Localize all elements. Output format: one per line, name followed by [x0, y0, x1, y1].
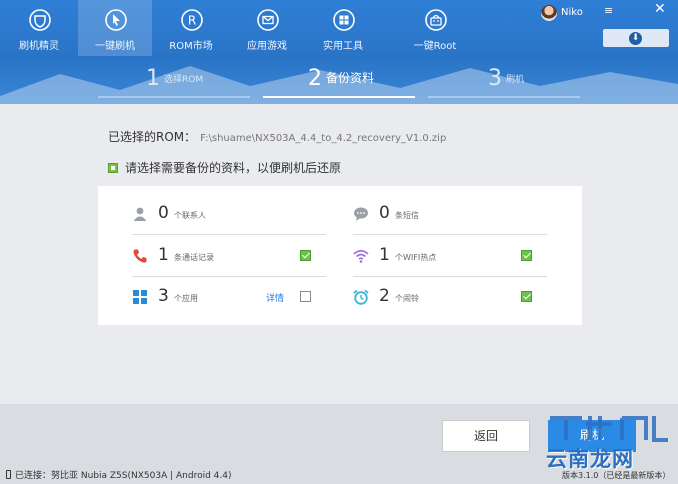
- connection-text: 已连接：努比亚 Nubia Z5S(NX503A | Android 4.4): [15, 471, 232, 481]
- nav-item-one-click-root[interactable]: 一键Root: [398, 0, 472, 56]
- item-count: 3: [158, 286, 169, 306]
- apps-detail-link[interactable]: 详情: [266, 291, 284, 304]
- grid-icon: [333, 9, 355, 31]
- hint-marker-icon: [108, 163, 118, 173]
- sms-icon: [354, 207, 368, 221]
- item-count: 0: [158, 203, 169, 223]
- item-desc: 条短信: [395, 211, 419, 220]
- nav-item-rom-market[interactable]: R ROM市场: [154, 0, 228, 56]
- mail-icon: [257, 9, 279, 31]
- wifi-checkbox[interactable]: [521, 250, 532, 261]
- step-label: 选择ROM: [164, 75, 204, 85]
- backup-item-alarms: 2 个闹铃: [353, 277, 563, 317]
- download-icon: ⬇: [629, 32, 642, 45]
- contact-icon: [133, 207, 147, 221]
- user-name: Niko: [561, 7, 583, 18]
- rom-icon: R: [181, 9, 203, 31]
- backup-item-apps: 3 个应用 详情: [132, 277, 342, 317]
- step-label: 刷机: [506, 75, 525, 85]
- backup-panel: 0 个联系人 0 条短信 1 条通话记录 1 个WIFI热点 3 个应用 详情 …: [98, 186, 582, 325]
- nav-label: 一键刷机: [95, 41, 135, 52]
- apps-checkbox[interactable]: [300, 291, 311, 302]
- nav-label: 实用工具: [323, 41, 363, 52]
- rom-path: F:\shuame\NX503A_4.4_to_4.2_recovery_V1.…: [200, 133, 447, 144]
- alarms-checkbox[interactable]: [521, 291, 532, 302]
- item-count: 0: [379, 203, 390, 223]
- step-number: 2: [308, 66, 322, 91]
- nav-item-flash-wizard[interactable]: 刷机精灵: [2, 0, 76, 56]
- watermark-text: 云南龙网: [546, 447, 634, 471]
- step-indicator: 1 选择ROM 2 备份资料 3 刷机: [0, 60, 678, 104]
- backup-item-wifi: 1 个WIFI热点: [353, 236, 563, 276]
- step-progress-line: [428, 96, 580, 98]
- step-number: 1: [146, 66, 160, 91]
- divider: [132, 234, 326, 235]
- item-desc: 条通话记录: [174, 253, 214, 262]
- cursor-icon: [105, 9, 127, 31]
- step-label: 备份资料: [326, 71, 375, 85]
- item-count: 2: [379, 286, 390, 306]
- phone-icon: [6, 470, 11, 479]
- close-icon[interactable]: ✕: [654, 2, 666, 16]
- item-desc: 个WIFI热点: [395, 253, 437, 262]
- backup-item-call-log: 1 条通话记录: [132, 236, 342, 276]
- backup-item-sms: 0 条短信: [353, 194, 563, 234]
- nav-label: 一键Root: [413, 41, 457, 52]
- shield-icon: [29, 9, 51, 31]
- apps-icon: [133, 290, 147, 304]
- alarm-icon: [353, 289, 369, 305]
- robot-icon: [425, 9, 447, 31]
- item-desc: 个应用: [174, 294, 198, 303]
- call-log-checkbox[interactable]: [300, 250, 311, 261]
- backup-hint: 请选择需要备份的资料，以便刷机后还原: [108, 159, 341, 176]
- step-progress-line: [98, 96, 250, 98]
- nav-item-one-click-flash[interactable]: 一键刷机: [78, 0, 152, 56]
- item-desc: 个联系人: [174, 211, 206, 220]
- avatar: [541, 5, 557, 21]
- call-icon: [133, 249, 147, 263]
- step-3: 3 刷机: [488, 66, 524, 91]
- svg-text:R: R: [188, 14, 196, 28]
- nav-item-apps-games[interactable]: 应用游戏: [230, 0, 304, 56]
- step-progress-line-active: [263, 96, 415, 98]
- selected-rom: 已选择的ROM： F:\shuame\NX503A_4.4_to_4.2_reco…: [108, 128, 446, 145]
- step-number: 3: [488, 66, 502, 91]
- wifi-icon: [353, 249, 369, 263]
- divider: [353, 234, 547, 235]
- backup-hint-text: 请选择需要备份的资料，以便刷机后还原: [125, 161, 342, 175]
- download-button[interactable]: ⬇: [603, 29, 669, 47]
- back-button[interactable]: 返回: [442, 420, 530, 452]
- step-2: 2 备份资料: [308, 66, 374, 91]
- nav-label: ROM市场: [169, 41, 213, 52]
- version-info: 版本3.1.0（已经是最新版本）: [562, 471, 671, 480]
- item-count: 1: [158, 245, 169, 265]
- step-1: 1 选择ROM: [146, 66, 203, 91]
- nav-label: 应用游戏: [247, 41, 287, 52]
- selected-rom-label: 已选择的ROM：: [108, 130, 197, 144]
- item-desc: 个闹铃: [395, 294, 419, 303]
- top-banner: 刷机精灵 一键刷机 R ROM市场 应用游戏 实用工具 一键Root Niko …: [0, 0, 678, 104]
- nav-item-tools[interactable]: 实用工具: [306, 0, 380, 56]
- menu-icon[interactable]: ≡: [604, 5, 614, 16]
- connection-status: 已连接：努比亚 Nubia Z5S(NX503A | Android 4.4): [6, 468, 231, 481]
- item-count: 1: [379, 245, 390, 265]
- nav-label: 刷机精灵: [19, 41, 59, 52]
- backup-item-contacts: 0 个联系人: [132, 194, 342, 234]
